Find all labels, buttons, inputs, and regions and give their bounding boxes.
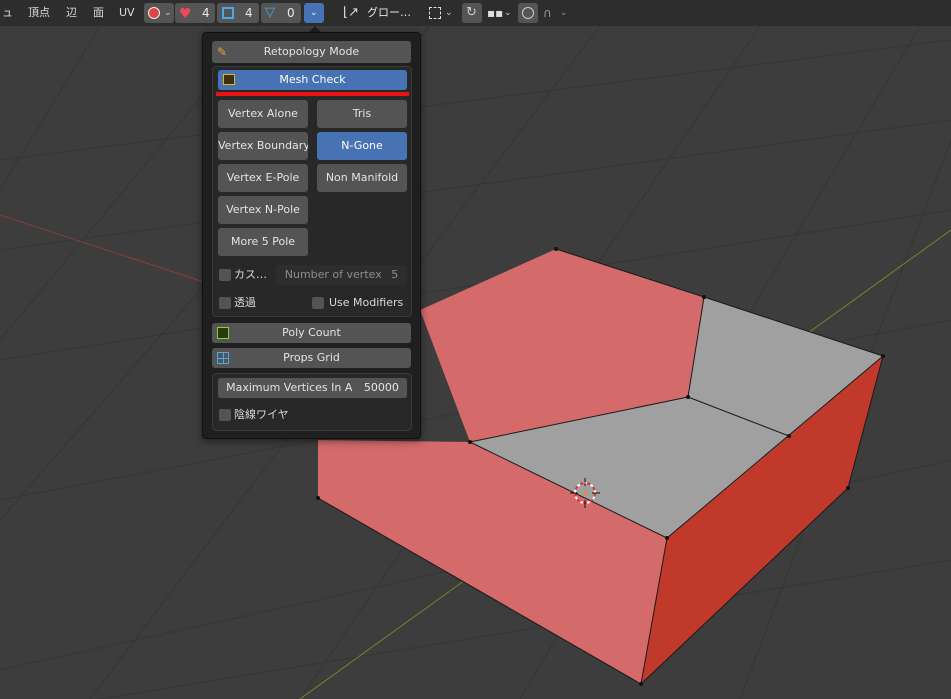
retopology-mode-button[interactable]: ✎ Retopology Mode	[212, 41, 411, 63]
menu-uv[interactable]: UV	[119, 0, 135, 26]
transform-orientation-dropdown[interactable]: ⌊↗ グロー…	[340, 3, 420, 23]
tris-button[interactable]: Tris	[317, 100, 407, 128]
max-vertices-value: 50000	[363, 381, 399, 394]
poly-count-button[interactable]: Poly Count	[212, 323, 411, 343]
number-of-vertex-value: 5	[391, 268, 399, 281]
mesh-check-dropdown-button[interactable]: ⌄	[304, 3, 324, 23]
poly-count-label: Poly Count	[282, 326, 341, 339]
vertex-select-icon: ▽	[265, 5, 275, 20]
falloff-curve-icon: ∩	[543, 6, 552, 20]
number-of-vertex-field[interactable]: Number of vertex 5	[276, 265, 407, 285]
xray-label: 透過	[234, 296, 256, 309]
overlay-mode-icon	[148, 7, 160, 19]
retopology-mode-label: Retopology Mode	[263, 45, 360, 58]
props-grid-icon	[217, 352, 229, 364]
highlight-color-bar	[216, 92, 409, 96]
snap-magnet-icon: ↻	[466, 5, 477, 20]
use-modifiers-label: Use Modifiers	[329, 296, 404, 309]
number-of-vertex-label: Number of vertex	[284, 268, 382, 281]
props-grid-label: Props Grid	[283, 351, 340, 364]
pivot-point-icon	[429, 7, 441, 19]
chevron-down-icon: ⌄	[445, 8, 453, 18]
verts-count: 0	[287, 6, 295, 20]
mesh-check-icon	[223, 74, 235, 85]
hidden-wire-checkbox[interactable]	[219, 409, 231, 421]
proportional-edit-icon	[522, 7, 534, 19]
n-gone-button[interactable]: N-Gone	[317, 132, 407, 160]
3d-viewport[interactable]	[0, 0, 951, 699]
snap-grid-icon: ▪▪	[487, 6, 504, 20]
menu-mesh[interactable]: ュ	[2, 0, 13, 26]
more-5-pole-button[interactable]: More 5 Pole	[218, 228, 308, 256]
max-vertices-label: Maximum Vertices In A	[226, 381, 353, 394]
use-modifiers-checkbox[interactable]	[312, 297, 324, 309]
mesh-check-toggle[interactable]: Mesh Check	[218, 70, 407, 90]
heart-icon: ♥	[179, 6, 192, 22]
verts-count-button[interactable]: ▽ 0	[261, 3, 301, 23]
edge-select-icon	[222, 7, 234, 19]
mesh-check-panel: Mesh Check Vertex Alone Tris Vertex Boun…	[212, 66, 412, 317]
custom-label: カス…	[234, 268, 267, 281]
vertex-e-pole-button[interactable]: Vertex E-Pole	[218, 164, 308, 192]
poly-count-icon	[217, 327, 229, 339]
vertex-alone-button[interactable]: Vertex Alone	[218, 100, 308, 128]
pivot-point-dropdown[interactable]: ⌄	[426, 3, 456, 23]
vertex-boundary-button[interactable]: Vertex Boundary	[218, 132, 308, 160]
hidden-wire-label: 陰線ワイヤ	[234, 408, 289, 421]
falloff-dropdown[interactable]: ∩ ⌄	[540, 3, 570, 23]
menu-vertex[interactable]: 頂点	[28, 0, 50, 26]
snap-toggle[interactable]: ↻	[462, 3, 482, 23]
vertex-n-pole-button[interactable]: Vertex N-Pole	[218, 196, 308, 224]
snap-element-dropdown[interactable]: ▪▪ ⌄	[484, 3, 514, 23]
edges-count: 4	[245, 6, 253, 20]
chevron-down-icon: ⌄	[504, 8, 512, 18]
pencil-icon: ✎	[217, 45, 228, 59]
custom-checkbox[interactable]	[219, 269, 231, 281]
menu-face[interactable]: 面	[93, 0, 104, 26]
proportional-edit-toggle[interactable]	[518, 3, 538, 23]
chevron-down-icon: ⌄	[164, 8, 172, 18]
faces-count: 4	[202, 6, 210, 20]
max-vertices-field[interactable]: Maximum Vertices In A 50000	[218, 378, 407, 398]
wire-settings-panel: Maximum Vertices In A 50000 陰線ワイヤ	[212, 373, 412, 431]
viewport-header: ュ 頂点 辺 面 UV ⌄ ♥ 4 4 ▽ 0 ⌄ ⌊↗ グロー… ⌄ ↻ ▪▪…	[0, 0, 951, 26]
transform-axis-icon: ⌊↗	[343, 5, 359, 20]
transform-orientation-label: グロー…	[367, 6, 411, 19]
menu-edge[interactable]: 辺	[66, 0, 77, 26]
chevron-down-icon: ⌄	[310, 8, 318, 18]
props-grid-button[interactable]: Props Grid	[212, 348, 411, 368]
chevron-down-icon: ⌄	[560, 8, 568, 18]
xray-checkbox[interactable]	[219, 297, 231, 309]
mesh-check-label: Mesh Check	[279, 73, 346, 86]
overlay-dropdown-button[interactable]: ⌄	[144, 3, 174, 23]
non-manifold-button[interactable]: Non Manifold	[317, 164, 407, 192]
edges-count-button[interactable]: 4	[217, 3, 259, 23]
faces-count-button[interactable]: ♥ 4	[175, 3, 215, 23]
mesh-check-popover: ✎ Retopology Mode Mesh Check Vertex Alon…	[202, 32, 421, 439]
